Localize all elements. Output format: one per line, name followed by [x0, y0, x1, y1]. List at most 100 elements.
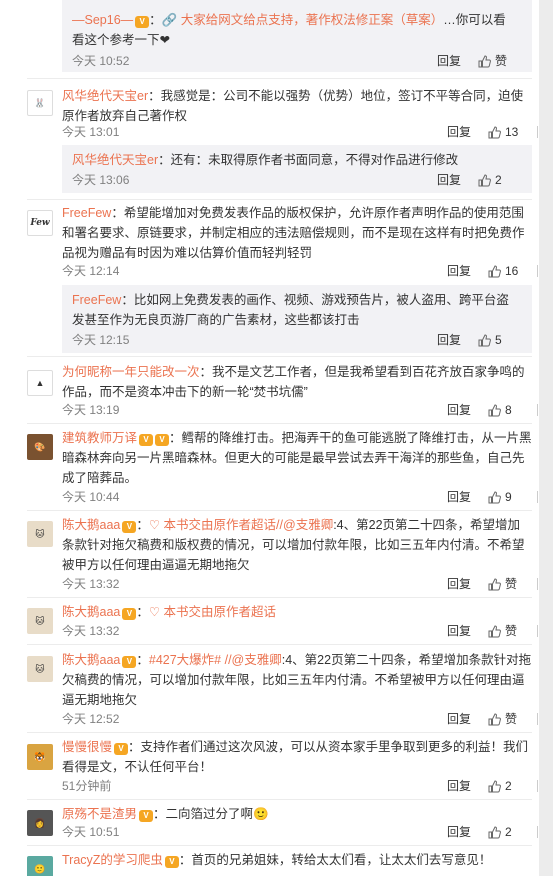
thumb-up-icon	[488, 780, 501, 798]
username[interactable]: 建筑教师万译	[62, 431, 137, 445]
avatar[interactable]: 🎨	[27, 434, 53, 460]
vip-badge-icon: V	[122, 656, 137, 668]
username[interactable]: 原殇不是渣男	[62, 807, 137, 821]
username[interactable]: TracyZ的学习爬虫	[62, 853, 163, 867]
avatar[interactable]: 🐯	[27, 744, 53, 770]
like-button[interactable]: 2	[488, 777, 532, 798]
topic-link[interactable]: 🔗 大家给网文给点支持，著作权法修正案（草案）	[162, 13, 444, 27]
timestamp: 今天 10:51	[62, 825, 120, 839]
reply-button[interactable]: 回复	[437, 171, 461, 189]
vip-badge-icon: V	[135, 16, 150, 28]
avatar[interactable]: 👩	[27, 810, 53, 836]
divider	[537, 826, 538, 838]
avatar[interactable]: 🐰	[27, 90, 53, 116]
comment-text: ：还有：未取得原作者书面同意，不得对作品进行修改	[158, 153, 459, 167]
like-button[interactable]: 8	[488, 401, 532, 422]
comment-text: ：希望能增加对免费发表作品的版权保护，允许原作者声明作品的使用范围和署名要求、原…	[62, 206, 525, 260]
avatar[interactable]: 🐱	[27, 608, 53, 634]
thumb-up-icon	[488, 126, 501, 144]
comment-text: ：首页的兄弟姐妹，转给太太们看，让太太们去写意见！	[178, 853, 492, 867]
avatar[interactable]: 🙂	[27, 856, 53, 876]
timestamp: 今天 13:06	[72, 173, 130, 187]
username[interactable]: FreeFew	[72, 293, 121, 307]
avatar[interactable]: ▲	[27, 370, 53, 396]
timestamp: 今天 13:01	[62, 125, 120, 139]
avatar[interactable]: 🐱	[27, 656, 53, 682]
username[interactable]: 陈大鹅aaa	[62, 518, 120, 532]
reply-button[interactable]: 回复	[447, 123, 471, 141]
like-button[interactable]: 赞	[488, 622, 532, 643]
thumb-up-icon	[488, 713, 501, 731]
topic-link[interactable]: #427大爆炸# //@支雅卿	[149, 653, 282, 667]
avatar[interactable]: 🐱	[27, 521, 53, 547]
scrollbar-gutter	[539, 0, 553, 876]
thumb-up-icon	[488, 491, 501, 509]
comment-text: ：支持作者们通过这次风波，可以从资本家手里争取到更多的利益！我们看得是文，不认任…	[62, 740, 529, 774]
reply-button[interactable]: 回复	[447, 823, 471, 841]
like-button[interactable]: 赞	[488, 710, 532, 731]
username[interactable]: 陈大鹅aaa	[62, 653, 120, 667]
thumb-up-icon	[478, 334, 491, 352]
vip-badge-icon: V	[164, 856, 179, 868]
username[interactable]: 风华绝代天宝er	[62, 89, 148, 103]
vip-badge-icon: V	[139, 810, 154, 822]
thumb-up-icon	[478, 55, 491, 73]
username[interactable]: 陈大鹅aaa	[62, 605, 120, 619]
timestamp: 今天 13:19	[62, 403, 120, 417]
sub-reply: 风华绝代天宝er：还有：未取得原作者书面同意，不得对作品进行修改 今天 13:0…	[62, 145, 548, 193]
timestamp: 51分钟前	[62, 779, 112, 793]
divider	[537, 265, 538, 277]
topic-link[interactable]: ♡ 本书交由原作者超话//@支雅卿	[149, 518, 333, 532]
like-button[interactable]: 9	[488, 488, 532, 509]
like-button[interactable]: 13	[488, 123, 532, 144]
username[interactable]: 为何昵称一年只能改一次	[62, 365, 200, 379]
divider	[537, 404, 538, 416]
like-button[interactable]: 5	[478, 331, 522, 352]
vip-badge-icon: V	[114, 743, 129, 755]
timestamp: 今天 12:15	[72, 333, 130, 347]
thumb-up-icon	[488, 625, 501, 643]
divider	[537, 491, 538, 503]
topic-link[interactable]: ♡ 本书交由原作者超话	[149, 605, 276, 619]
thumb-up-icon	[488, 265, 501, 283]
sub-reply: —Sep16— V ：🔗 大家给网文给点支持，著作权法修正案（草案）…你可以看看这个…	[62, 0, 548, 73]
like-button[interactable]: 赞	[488, 575, 532, 596]
reply-button[interactable]: 回复	[447, 488, 471, 506]
divider	[537, 780, 538, 792]
thumb-up-icon	[488, 404, 501, 422]
reply-button[interactable]: 回复	[447, 401, 471, 419]
reply-button[interactable]: 回复	[447, 777, 471, 795]
timestamp: 今天 12:14	[62, 264, 120, 278]
thumb-up-icon	[478, 174, 491, 192]
reply-button[interactable]: 回复	[437, 52, 461, 70]
like-button[interactable]: 2	[478, 171, 522, 192]
thumb-up-icon	[488, 826, 501, 844]
like-button[interactable]: 赞	[478, 52, 522, 73]
timestamp: 今天 12:52	[62, 712, 120, 726]
vip-badge-icon: V	[155, 434, 170, 446]
divider	[537, 578, 538, 590]
avatar[interactable]: Few	[27, 210, 53, 236]
sub-reply: FreeFew：比如网上免费发表的画作、视频、游戏预告片，被人盗用、跨平台盗发甚…	[62, 285, 548, 353]
vip-badge-icon: V	[139, 434, 154, 446]
like-button[interactable]: 16	[488, 262, 532, 283]
reply-button[interactable]: 回复	[437, 331, 461, 349]
thumb-up-icon	[488, 578, 501, 596]
vip-badge-icon: V	[122, 608, 137, 620]
timestamp: 今天 10:44	[62, 490, 120, 504]
divider	[537, 713, 538, 725]
comment-text: ：二向箔过分了啊🙂	[153, 807, 269, 821]
comment-feed: —Sep16— V ：🔗 大家给网文给点支持，著作权法修正案（草案）…你可以看看这个…	[0, 0, 553, 876]
reply-button[interactable]: 回复	[447, 262, 471, 280]
timestamp: 今天 10:52	[72, 54, 130, 68]
reply-button[interactable]: 回复	[447, 575, 471, 593]
reply-button[interactable]: 回复	[447, 622, 471, 640]
username[interactable]: 风华绝代天宝er	[72, 153, 158, 167]
timestamp: 今天 13:32	[62, 577, 120, 591]
username[interactable]: FreeFew	[62, 206, 111, 220]
like-button[interactable]: 2	[488, 823, 532, 844]
username[interactable]: —Sep16—	[72, 13, 133, 27]
timestamp: 今天 13:32	[62, 624, 120, 638]
reply-button[interactable]: 回复	[447, 710, 471, 728]
username[interactable]: 慢慢很慢	[62, 740, 112, 754]
